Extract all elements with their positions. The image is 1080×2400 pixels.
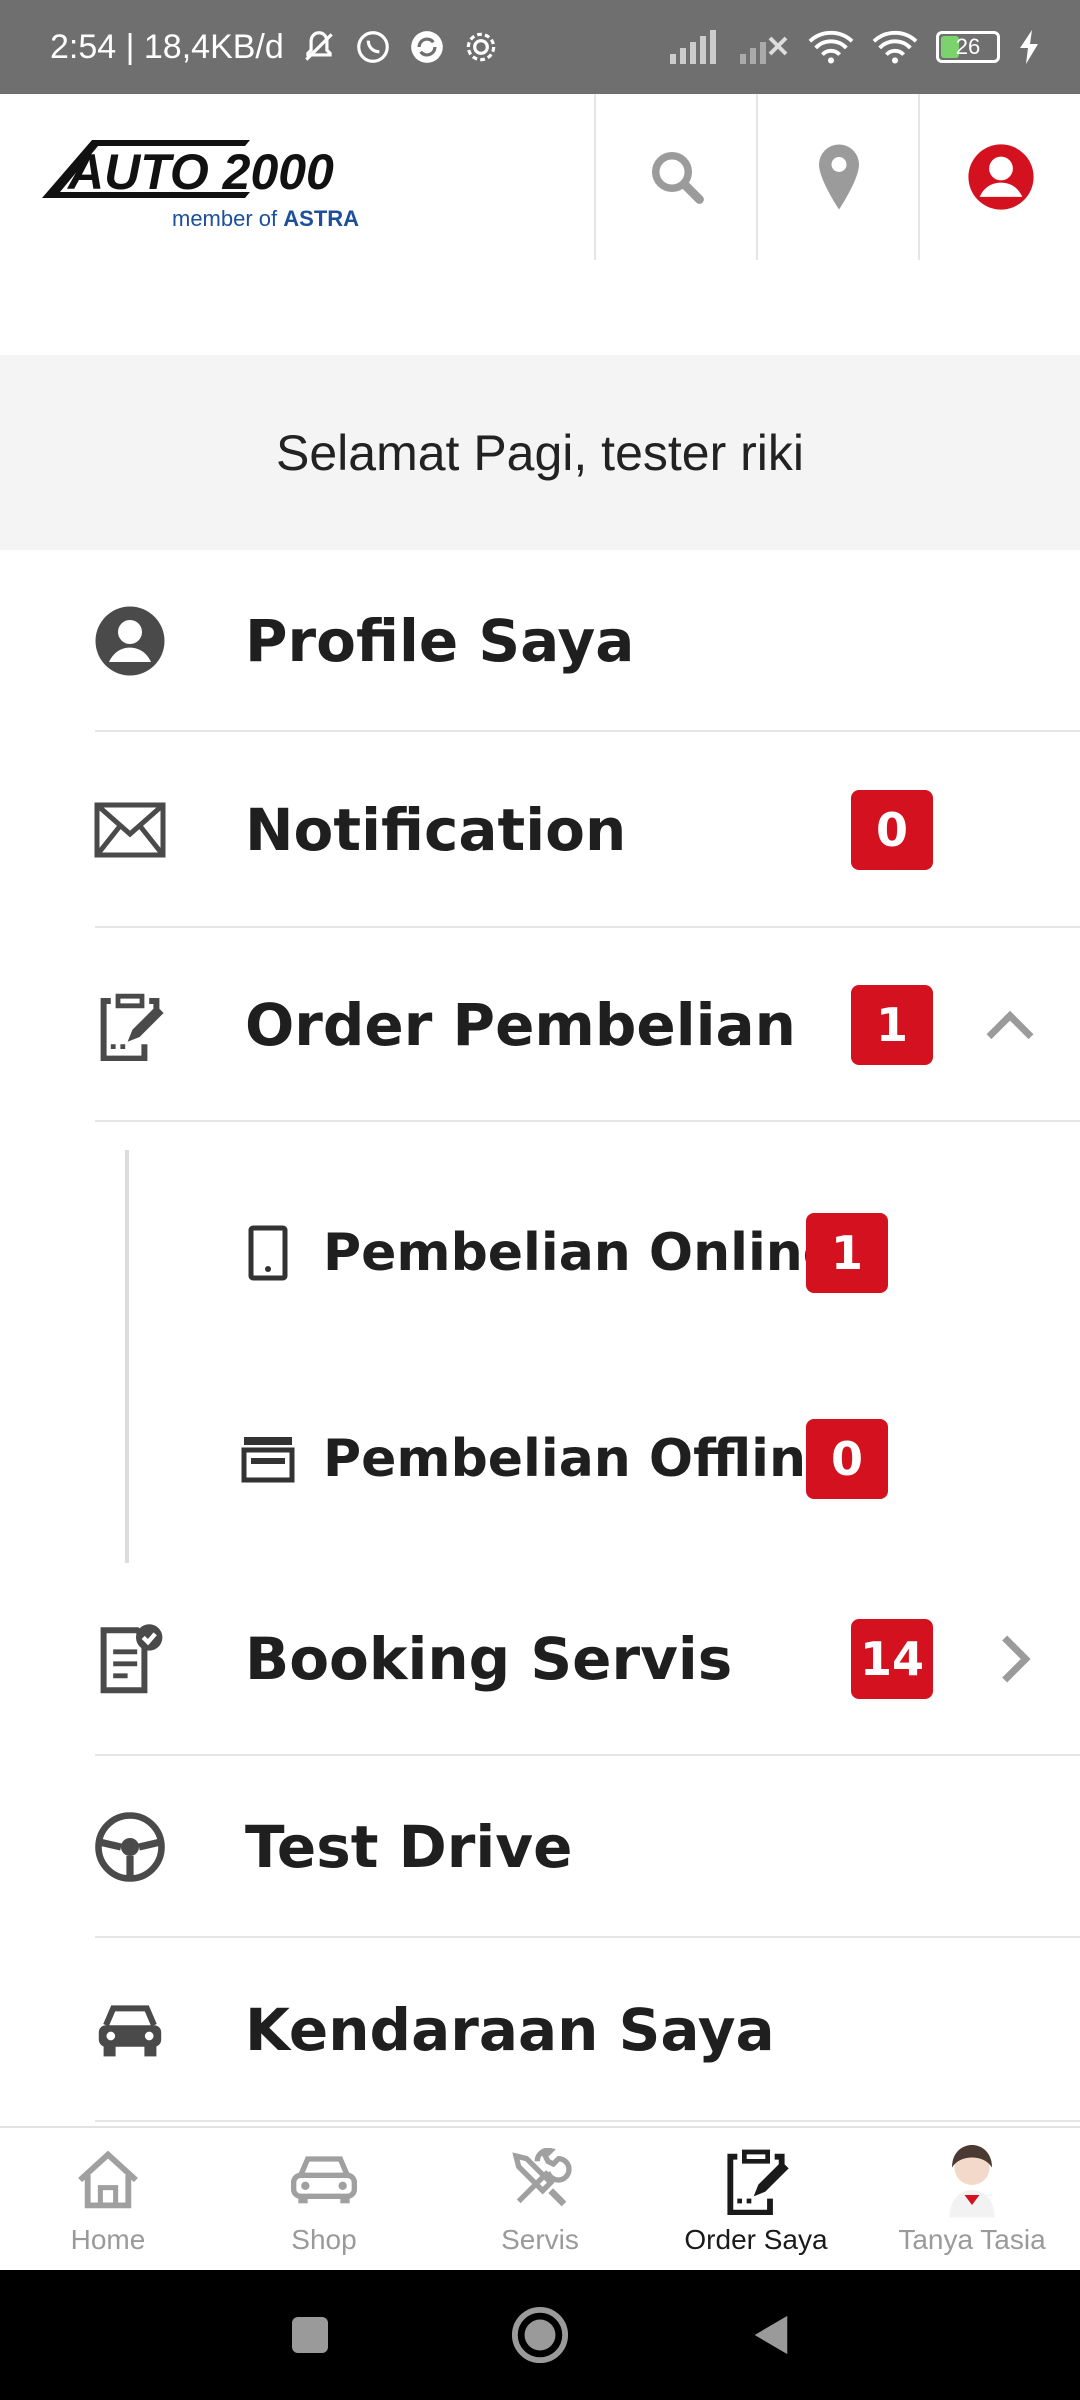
nav-label-servis: Servis	[501, 2224, 579, 2255]
menu-label-booking: Booking Servis	[245, 1625, 733, 1693]
location-button[interactable]	[756, 94, 920, 260]
chevron-right-icon[interactable]	[986, 1631, 1042, 1687]
divider	[95, 1120, 1080, 1122]
home-icon	[68, 2142, 148, 2218]
menu-label-notification: Notification	[245, 796, 627, 864]
logo-main-text: AUTO 2000	[66, 144, 334, 200]
search-icon	[652, 152, 704, 204]
menu-item-kendaraan-saya[interactable]: Kendaraan Saya	[0, 1938, 1080, 2122]
mobile-phone-icon	[240, 1223, 296, 1283]
car-icon	[92, 1992, 168, 2068]
nav-shop[interactable]: Shop	[216, 2128, 432, 2272]
notification-count-badge: 0	[851, 790, 933, 870]
menu-item-profile[interactable]: Profile Saya	[0, 550, 1080, 732]
sync-app-icon	[410, 31, 443, 63]
back-button[interactable]	[750, 2312, 790, 2358]
home-circle-button[interactable]	[511, 2306, 569, 2364]
app-header: AUTO 2000 member of ASTRA	[0, 94, 1080, 260]
wifi-icon	[808, 31, 854, 64]
signal-no-service-icon	[740, 36, 788, 64]
user-circle-icon	[92, 603, 168, 679]
nav-home[interactable]: Home	[0, 2128, 216, 2272]
chevron-up-icon[interactable]	[982, 997, 1038, 1053]
greeting-banner: Selamat Pagi, tester riki	[0, 355, 1080, 550]
store-icon	[240, 1429, 296, 1489]
profile-button[interactable]	[918, 94, 1080, 260]
car-shop-icon	[284, 2142, 364, 2218]
nav-label-tasia: Tanya Tasia	[898, 2224, 1046, 2255]
logo-sub-text: member of ASTRA	[172, 206, 359, 231]
status-bar: 2:54 | 18,4KB/d 26	[0, 0, 1080, 94]
auto2000-logo[interactable]: AUTO 2000 member of ASTRA	[40, 134, 370, 234]
menu-item-notification[interactable]: Notification 0	[0, 732, 1080, 928]
divider	[95, 2120, 1080, 2122]
bell-off-icon	[305, 31, 333, 61]
assistant-avatar-icon	[932, 2142, 1012, 2218]
nav-servis[interactable]: Servis	[432, 2128, 648, 2272]
submenu-label-online: Pembelian Online	[323, 1223, 839, 1283]
location-pin-icon	[819, 144, 859, 210]
booking-document-check-icon	[92, 1621, 168, 1697]
greeting-text: Selamat Pagi, tester riki	[276, 424, 804, 481]
steering-wheel-icon	[92, 1809, 168, 1885]
battery-icon: 26	[936, 31, 1000, 63]
online-count-badge: 1	[806, 1213, 888, 1293]
submenu-item-pembelian-offline[interactable]: Pembelian Offline 0	[0, 1356, 1080, 1562]
signal-icon	[670, 30, 716, 64]
nav-order-saya[interactable]: Order Saya	[648, 2128, 864, 2272]
bottom-navigation: Home Shop Servis Order Saya Tanya Tasia	[0, 2126, 1080, 2272]
clipboard-edit-icon	[716, 2142, 796, 2218]
menu-label-profile: Profile Saya	[245, 607, 635, 675]
booking-count-badge: 14	[851, 1619, 933, 1699]
submenu-label-offline: Pembelian Offline	[323, 1429, 842, 1489]
recent-apps-button[interactable]	[290, 2315, 330, 2355]
menu-item-booking-servis[interactable]: Booking Servis 14	[0, 1562, 1080, 1756]
menu-item-order-pembelian[interactable]: Order Pembelian 1	[0, 928, 1080, 1122]
menu-label-kendaraan: Kendaraan Saya	[245, 1996, 775, 2064]
hotspot-wifi-icon	[872, 31, 918, 64]
nav-label-order: Order Saya	[684, 2224, 828, 2255]
nav-label-shop: Shop	[291, 2224, 357, 2255]
offline-count-badge: 0	[806, 1419, 888, 1499]
search-button[interactable]	[594, 94, 758, 260]
envelope-icon	[92, 792, 168, 868]
submenu-item-pembelian-online[interactable]: Pembelian Online 1	[0, 1150, 1080, 1356]
settings-gear-icon	[466, 32, 496, 62]
nav-tanya-tasia[interactable]: Tanya Tasia	[864, 2128, 1080, 2272]
charging-icon	[1020, 30, 1038, 64]
whatsapp-icon	[356, 31, 389, 63]
tools-icon	[500, 2142, 580, 2218]
order-count-badge: 1	[851, 985, 933, 1065]
menu-item-test-drive[interactable]: Test Drive	[0, 1756, 1080, 1938]
clipboard-edit-icon	[92, 987, 168, 1063]
system-navigation-bar	[0, 2270, 1080, 2400]
menu-label-test-drive: Test Drive	[245, 1813, 573, 1881]
user-avatar-icon	[968, 144, 1034, 210]
status-time: 2:54 | 18,4KB/d	[50, 27, 284, 66]
logo-graphic: AUTO 2000 member of ASTRA	[42, 140, 359, 231]
nav-label-home: Home	[70, 2224, 146, 2255]
menu-label-order: Order Pembelian	[245, 991, 796, 1059]
